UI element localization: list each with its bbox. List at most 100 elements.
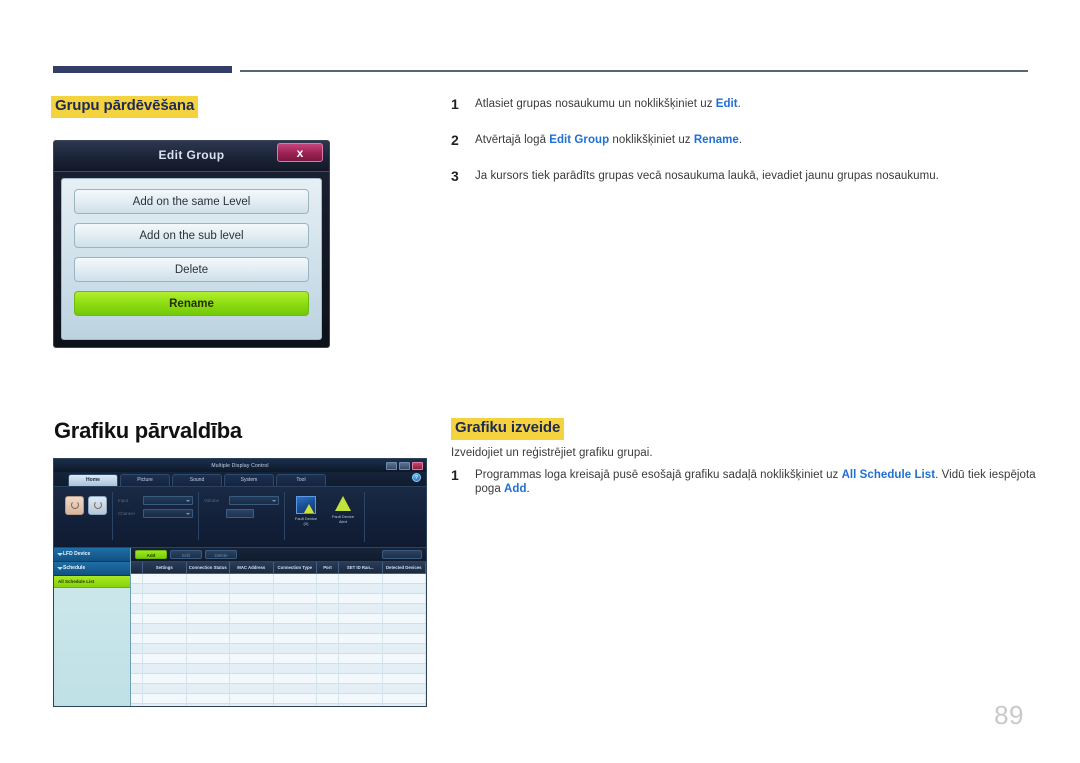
table-cell [131,584,143,593]
channel-select[interactable] [143,509,193,518]
table-row[interactable] [131,644,426,654]
table-cell [274,574,317,583]
table-row[interactable] [131,594,426,604]
table-cell [383,674,426,683]
tab-tool[interactable]: Tool [276,474,326,486]
tab-sound[interactable]: Sound [172,474,222,486]
maximize-icon[interactable] [399,461,410,470]
volume-select[interactable] [229,496,279,505]
column-header-set-id-range[interactable]: SET ID Ran... [339,562,383,573]
table-cell [317,684,339,693]
table-cell [131,654,143,663]
table-cell [339,644,383,653]
column-header-detected-devices[interactable]: Detected Devices [383,562,426,573]
minimize-icon[interactable] [386,461,397,470]
table-cell [317,604,339,613]
table-cell [187,574,230,583]
delete-button[interactable]: Delete [74,257,309,282]
table-row[interactable] [131,614,426,624]
tab-picture[interactable]: Picture [120,474,170,486]
app-content-panel: Add Edit Delete Settings Connection Stat… [131,548,426,706]
step-item: 3 Ja kursors tiek parādīts grupas vecā n… [451,169,1031,183]
step-item: 2 Atvērtajā logā Edit Group noklikšķinie… [451,133,1031,147]
add-same-level-button[interactable]: Add on the same Level [74,189,309,214]
table-row[interactable] [131,654,426,664]
column-header-mac-address[interactable]: MAC Address [230,562,274,573]
step-item: 1 Programmas loga kreisajā pusē esošajā … [451,468,1041,496]
table-cell [187,604,230,613]
table-cell [317,574,339,583]
table-cell [131,694,143,703]
apply-button[interactable] [226,509,254,518]
table-cell [143,684,187,693]
column-header-settings[interactable]: Settings [143,562,187,573]
close-icon[interactable] [412,461,423,470]
table-row[interactable] [131,684,426,694]
column-header-connection-type[interactable]: Connection Type [274,562,317,573]
table-action-bar: Add Edit Delete [131,548,426,562]
table-cell [131,594,143,603]
table-cell [339,674,383,683]
fault-device-count: (0) [303,521,309,526]
fault-group: Fault Device (0) Fault Device Alert [285,492,365,542]
edit-button[interactable]: Edit [170,550,202,559]
table-cell [317,634,339,643]
table-cell [230,674,274,683]
fault-device-count-item[interactable]: Fault Device (0) [291,494,321,542]
table-row[interactable] [131,674,426,684]
table-cell [230,704,274,706]
table-cell [143,654,187,663]
table-cell [187,704,230,706]
step-item: 1 Atlasiet grupas nosaukumu un noklikšķi… [451,97,1031,111]
table-cell [143,594,187,603]
step-text: Programmas loga kreisajā pusē esošajā gr… [475,469,1036,495]
input-select[interactable] [143,496,193,505]
tab-home[interactable]: Home [68,474,118,486]
help-icon[interactable]: ? [412,473,421,482]
table-row[interactable] [131,704,426,706]
rename-button[interactable]: Rename [74,291,309,316]
page-number: 89 [994,700,1024,730]
add-button[interactable]: Add [135,550,167,559]
table-cell [143,614,187,623]
section-heading-rename: Grupu pārdēvēšana [51,96,199,118]
steps-list-schedule: 1 Programmas loga kreisajā pusē esošajā … [451,468,1041,518]
table-cell [274,584,317,593]
table-cell [383,604,426,613]
input-group: Input Channel [113,492,199,540]
table-cell [131,574,143,583]
column-header-port[interactable]: Port [317,562,339,573]
table-cell [317,674,339,683]
step-text: Ja kursors tiek parādīts grupas vecā nos… [475,170,939,182]
sidebar-item-lfd-device[interactable]: LFD Device [54,548,130,562]
column-header-checkbox[interactable] [131,562,143,573]
table-row[interactable] [131,664,426,674]
tab-system[interactable]: System [224,474,274,486]
table-row[interactable] [131,574,426,584]
add-sub-level-button[interactable]: Add on the sub level [74,223,309,248]
table-row[interactable] [131,694,426,704]
power-off-icon[interactable] [88,496,107,515]
sidebar-item-all-schedule-list[interactable]: All Schedule List [54,576,130,588]
table-cell [383,644,426,653]
sidebar-item-schedule[interactable]: Schedule [54,562,130,576]
table-row[interactable] [131,584,426,594]
table-cell [187,694,230,703]
table-row[interactable] [131,604,426,614]
table-cell [339,704,383,706]
volume-label: Volume [204,498,220,503]
delete-button[interactable]: Delete [205,550,237,559]
fault-device-icon [296,496,316,514]
table-row[interactable] [131,634,426,644]
fault-device-alert-item[interactable]: Fault Device Alert [328,494,358,542]
column-header-connection-status[interactable]: Connection Status [187,562,230,573]
table-cell [131,704,143,706]
table-row[interactable] [131,624,426,634]
app-ribbon: Input Channel Volume Fault Device (0) Fa… [54,487,426,548]
table-cell [187,684,230,693]
extra-button[interactable] [382,550,422,559]
volume-field-row: Volume [204,496,279,505]
close-icon[interactable]: x [277,143,323,162]
power-on-icon[interactable] [65,496,84,515]
table-cell [187,664,230,673]
